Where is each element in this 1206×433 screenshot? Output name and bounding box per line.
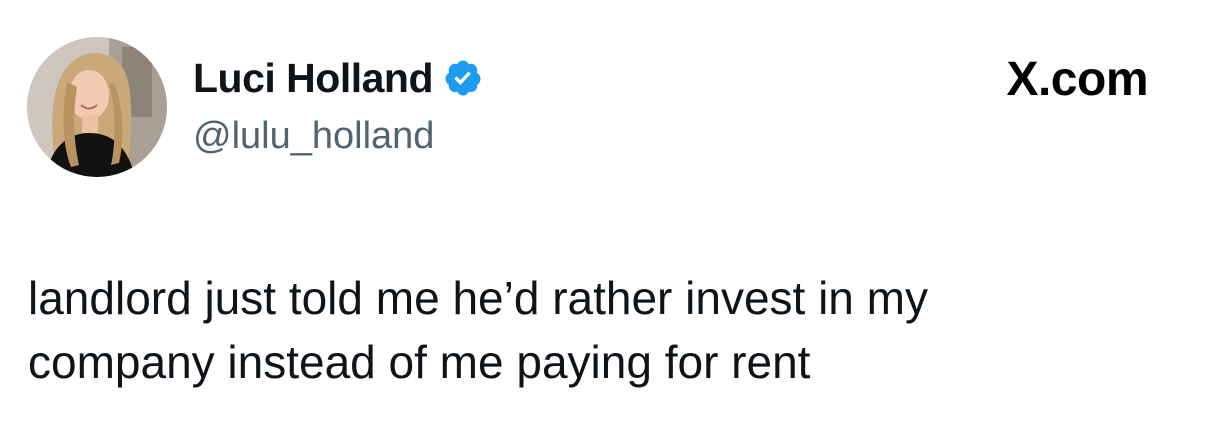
author-display-name[interactable]: Luci Holland: [193, 54, 434, 102]
verified-badge-icon: [443, 58, 483, 98]
brand-logo-text: X.com: [1006, 53, 1148, 106]
tweet-text-line: company instead of me paying for rent: [28, 336, 811, 388]
tweet-text-line: landlord just told me he’d rather invest…: [28, 272, 928, 324]
avatar[interactable]: [27, 37, 167, 177]
tweet-card: Luci Holland @lulu_holland X.com landlor…: [0, 0, 1206, 433]
author-handle[interactable]: @lulu_holland: [193, 113, 434, 159]
avatar-photo: [27, 37, 167, 177]
tweet-body: landlord just told me he’d rather invest…: [28, 266, 1178, 394]
author-name-row: Luci Holland: [193, 54, 483, 102]
